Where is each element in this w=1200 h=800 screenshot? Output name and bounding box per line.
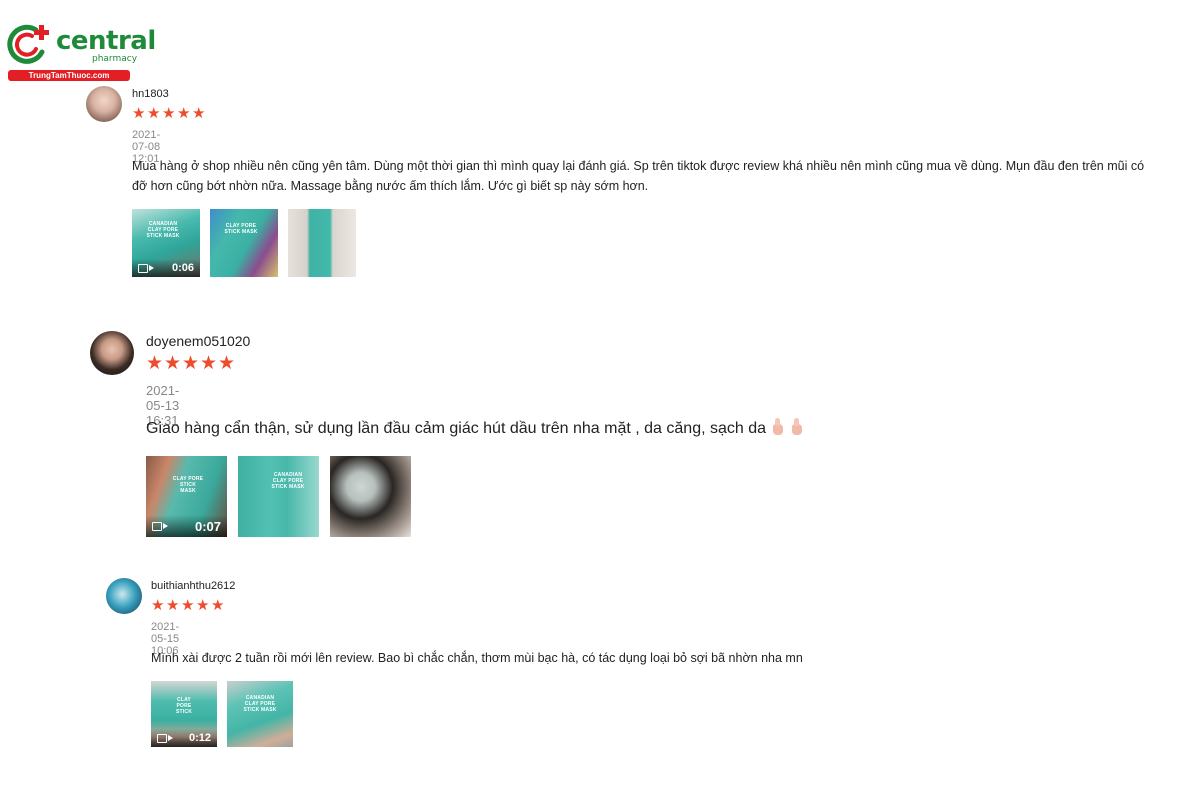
- video-duration: 0:12: [188, 732, 211, 744]
- product-label: CANADIAN CLAY PORE STICK MASK: [271, 472, 305, 490]
- rating-stars: ★ ★ ★ ★ ★: [151, 598, 226, 613]
- logo-wordmark: central: [56, 26, 156, 56]
- star-icon: ★: [211, 597, 225, 614]
- star-icon: ★: [177, 105, 191, 122]
- star-icon: ★: [181, 597, 195, 614]
- image-thumbnail[interactable]: [330, 456, 411, 537]
- rating-stars: ★ ★ ★ ★ ★: [132, 106, 207, 121]
- video-thumbnail[interactable]: CLAY PORE STICK MASK 0:07: [146, 456, 227, 537]
- review-comment: Mua hàng ở shop nhiều nên cũng yên tâm. …: [132, 159, 1145, 193]
- star-icon: ★: [164, 353, 182, 374]
- star-icon: ★: [218, 353, 236, 374]
- thumbs-up-icon: [789, 418, 804, 435]
- thumbs-up-icon: [770, 418, 785, 435]
- review-username: hn1803: [132, 88, 169, 100]
- review-comment: Mình xài được 2 tuần rồi mới lên review.…: [151, 651, 803, 665]
- review-username: doyenem051020: [146, 333, 251, 349]
- video-camera-icon: [157, 733, 173, 744]
- star-icon: ★: [192, 105, 206, 122]
- review-comment-text: Giao hàng cẩn thận, sử dụng lần đầu cảm …: [146, 420, 767, 437]
- avatar[interactable]: [106, 578, 142, 614]
- star-icon: ★: [162, 105, 176, 122]
- logo-subtitle: pharmacy: [92, 54, 138, 64]
- image-thumbnail[interactable]: CANADIAN CLAY PORE STICK MASK: [238, 456, 319, 537]
- review-media: CLAY PORE STICK MASK 0:07 CANADIAN CLAY …: [146, 456, 422, 537]
- review-media: CANADIAN CLAY PORE STICK MASK 0:06 CLAY …: [132, 209, 366, 277]
- video-duration: 0:06: [171, 262, 194, 274]
- review-media: CLAY PORE STICK 0:12 CANADIAN CLAY PORE …: [151, 681, 303, 747]
- star-icon: ★: [146, 353, 164, 374]
- product-label: CLAY PORE STICK MASK: [172, 476, 204, 494]
- video-thumbnail[interactable]: CANADIAN CLAY PORE STICK MASK 0:06: [132, 209, 200, 277]
- star-icon: ★: [151, 597, 165, 614]
- video-bar: 0:12: [151, 729, 217, 747]
- avatar[interactable]: [90, 331, 134, 375]
- video-camera-icon: [138, 263, 154, 274]
- product-label: CANADIAN CLAY PORE STICK MASK: [243, 695, 277, 713]
- product-label: CLAY PORE STICK: [176, 697, 192, 715]
- star-icon: ★: [147, 105, 161, 122]
- avatar[interactable]: [86, 86, 122, 122]
- image-thumbnail[interactable]: CLAY PORE STICK MASK: [210, 209, 278, 277]
- video-duration: 0:07: [194, 518, 221, 534]
- pharmacy-cross-icon: [7, 24, 49, 64]
- review-username: buithianhthu2612: [151, 580, 236, 592]
- video-bar: 0:07: [146, 515, 227, 537]
- star-icon: ★: [166, 597, 180, 614]
- video-bar: 0:06: [132, 259, 200, 277]
- star-icon: ★: [132, 105, 146, 122]
- rating-stars: ★ ★ ★ ★ ★: [146, 354, 236, 373]
- image-thumbnail[interactable]: CANADIAN CLAY PORE STICK MASK: [227, 681, 293, 747]
- star-icon: ★: [196, 597, 210, 614]
- star-icon: ★: [200, 353, 218, 374]
- product-label: CLAY PORE STICK MASK: [224, 223, 258, 235]
- video-thumbnail[interactable]: CLAY PORE STICK 0:12: [151, 681, 217, 747]
- review-comment: Giao hàng cẩn thận, sử dụng lần đầu cảm …: [146, 418, 1046, 440]
- product-label: CANADIAN CLAY PORE STICK MASK: [146, 221, 180, 239]
- brand-logo[interactable]: central pharmacy TrungTamThuoc.com: [6, 20, 156, 82]
- star-icon: ★: [182, 353, 200, 374]
- image-thumbnail[interactable]: [288, 209, 356, 277]
- logo-site-bar: TrungTamThuoc.com: [8, 70, 130, 81]
- video-camera-icon: [152, 521, 168, 532]
